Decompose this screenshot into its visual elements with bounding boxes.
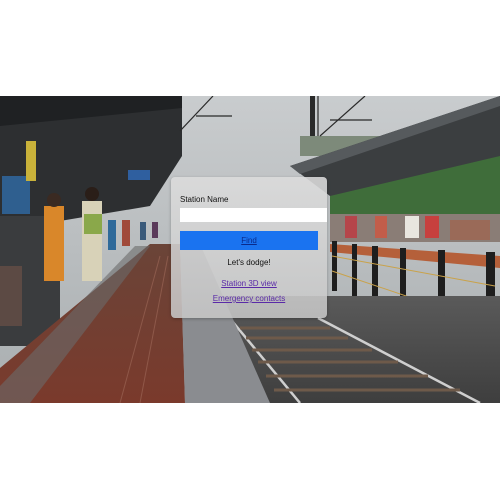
tagline-text: Let's dodge! [227, 258, 271, 267]
station-search-card: Station Name Find Let's dodge! Station 3… [171, 177, 327, 318]
station-name-label: Station Name [180, 195, 229, 204]
page: Station Name Find Let's dodge! Station 3… [0, 0, 500, 500]
emergency-contacts-link[interactable]: Emergency contacts [180, 294, 318, 303]
station-3d-view-link[interactable]: Station 3D view [180, 279, 318, 288]
find-button[interactable]: Find [180, 231, 318, 250]
station-name-input[interactable] [180, 208, 327, 222]
